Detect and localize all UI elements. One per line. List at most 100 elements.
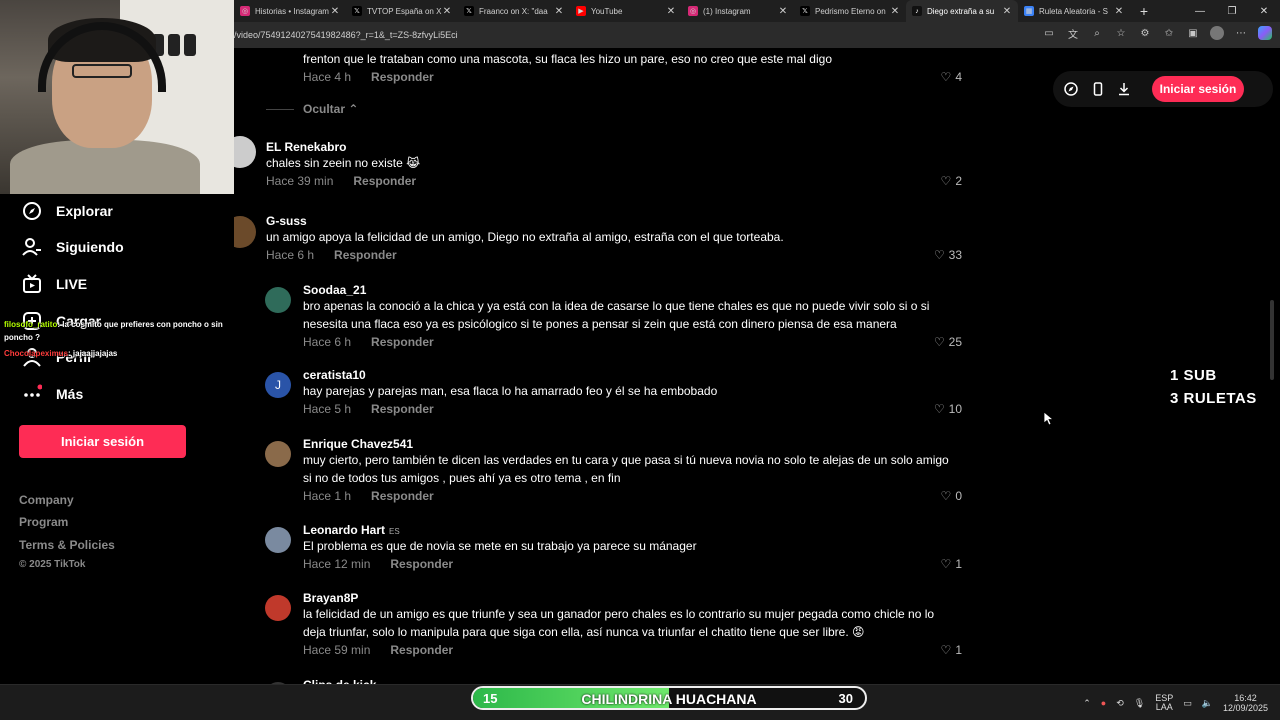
goal-title: CHILINDRINA HUACHANA [581,691,757,707]
like-button[interactable]: ♡ 2 [941,174,962,188]
browser-tab[interactable]: 𝕏 Pedrismo Eterno on ✕ [794,0,906,22]
sidebar-item-explorar[interactable]: Explorar [22,199,113,223]
close-window-icon[interactable]: ✕ [1248,0,1280,22]
tab-label: Ruleta Aleatoria - S [1039,6,1108,16]
heart-icon: ♡ [940,643,952,657]
footer-link-terms[interactable]: Terms & Policies [19,538,115,552]
chevron-up-icon[interactable]: ⌃ [1083,698,1091,709]
minimize-icon[interactable]: — [1184,0,1216,22]
browser-tab[interactable]: ◎ (1) Instagram ✕ [682,0,794,22]
apps-icon[interactable]: ▭ [1042,26,1056,40]
comment-meta: Hace 59 min Responder [303,643,453,657]
app-tray-icon[interactable]: ● [1101,698,1106,708]
reply-button[interactable]: Responder [371,335,434,349]
webcam-shirt [10,140,200,194]
comment-username[interactable]: Leonardo Hart ES [303,523,400,537]
network-share-icon[interactable]: ⟲ [1116,698,1124,709]
page-scrollbar[interactable] [1270,300,1274,380]
extensions-icon[interactable]: ⚙ [1138,26,1152,40]
tab-close-icon[interactable]: ✕ [330,6,340,17]
clock[interactable]: 16:42 12/09/2025 [1223,693,1268,713]
like-button[interactable]: ♡ 10 [934,402,962,416]
like-count: 2 [955,174,962,188]
like-button[interactable]: ♡ 4 [941,70,962,84]
browser-tab[interactable]: ▦ Ruleta Aleatoria - S ✕ [1018,0,1130,22]
volume-icon[interactable]: 🔈 [1202,698,1213,709]
zoom-icon[interactable]: ⌕ [1090,26,1104,40]
like-button[interactable]: ♡ 25 [934,335,962,349]
hide-replies-button[interactable]: Ocultar ⌃ [303,102,358,116]
avatar[interactable]: J [265,372,291,398]
like-button[interactable]: ♡ 33 [934,248,962,262]
webcam-hanging-item [184,34,196,56]
microphone-icon[interactable]: 🎙 [1134,698,1145,709]
display-icon[interactable]: ▭ [1183,698,1192,709]
stream-goal-bar: 15 CHILINDRINA HUACHANA 30 [471,686,867,710]
comment-text: si no de todos tus amigos , pues ahí ya … [303,471,621,485]
menu-dots-icon[interactable]: ⋯ [1234,26,1248,40]
tab-close-icon[interactable]: ✕ [890,6,900,17]
browser-tab[interactable]: ◎ Historias • Instagram ✕ [234,0,346,22]
footer-link-company[interactable]: Company [19,493,74,507]
tab-label: TVTOP España on X [367,6,442,16]
tab-close-icon[interactable]: ✕ [554,6,564,17]
avatar[interactable] [265,527,291,553]
compass-small-icon[interactable] [1063,81,1079,97]
comment-username[interactable]: Enrique Chavez541 [303,437,413,451]
language-indicator[interactable]: ESP LAA [1155,694,1173,712]
sidebar-item-live[interactable]: LIVE [22,272,87,296]
reply-button[interactable]: Responder [371,402,434,416]
browser-tab[interactable]: ♪ Diego extraña a su ✕ [906,0,1018,22]
tab-close-icon[interactable]: ✕ [1002,6,1012,17]
following-icon [22,237,42,257]
avatar[interactable] [234,216,256,248]
tab-close-icon[interactable]: ✕ [666,6,676,17]
heart-icon: ♡ [933,248,945,262]
like-button[interactable]: ♡ 0 [941,489,962,503]
avatar[interactable] [265,441,291,467]
reply-button[interactable]: Responder [371,70,434,84]
download-icon[interactable] [1116,81,1132,97]
profile-avatar-icon[interactable] [1210,26,1224,40]
tab-close-icon[interactable]: ✕ [442,6,452,17]
avatar[interactable] [265,595,291,621]
comment-meta: Hace 6 h Responder [303,335,434,349]
like-button[interactable]: ♡ 1 [941,557,962,571]
tab-close-icon[interactable]: ✕ [1114,6,1124,17]
browser-tab[interactable]: 𝕏 TVTOP España on X ✕ [346,0,458,22]
copilot-icon[interactable] [1258,26,1272,40]
reply-button[interactable]: Responder [390,643,453,657]
tab-close-icon[interactable]: ✕ [778,6,788,17]
comment-text: la felicidad de un amigo es que triunfe … [303,607,935,621]
browser-tab[interactable]: 𝕏 Fraanco on X: "daa ✕ [458,0,570,22]
sidebar-item-mas[interactable]: Más [22,382,83,406]
sidebar-item-label: Más [56,386,84,402]
maximize-icon[interactable]: ❐ [1216,0,1248,22]
translate-icon[interactable]: 文 [1066,26,1080,41]
reply-button[interactable]: Responder [334,248,397,262]
favorites-icon[interactable]: ✩ [1162,26,1176,40]
comment-username[interactable]: Brayan8P [303,591,358,605]
top-login-button[interactable]: Iniciar sesión [1152,76,1244,102]
sidebar-login-button[interactable]: Iniciar sesión [19,425,186,458]
comment-username[interactable]: Soodaa_21 [303,283,366,297]
browser-tab[interactable]: ▶ YouTube ✕ [570,0,682,22]
sidebar-item-siguiendo[interactable]: Siguiendo [22,235,124,259]
like-button[interactable]: ♡ 1 [941,643,962,657]
device-icon[interactable] [1090,81,1106,97]
reply-button[interactable]: Responder [371,489,434,503]
comment-username[interactable]: EL Renekabro [266,140,346,154]
favorite-star-icon[interactable]: ☆ [1114,26,1128,40]
comment-time: Hace 4 h [303,70,352,84]
new-tab-button[interactable]: + [1133,0,1155,22]
chat-username: filosofo_ratito [4,320,58,329]
reply-button[interactable]: Responder [390,557,453,571]
collections-icon[interactable]: ▣ [1186,26,1200,40]
comment-username[interactable]: G-suss [266,214,307,228]
footer-link-program[interactable]: Program [19,515,68,529]
avatar[interactable] [234,136,256,168]
avatar[interactable] [265,287,291,313]
comment-username[interactable]: ceratista10 [303,368,366,382]
url-text[interactable]: /video/7549124027541982486?_r=1&_t=ZS-8z… [234,30,458,40]
reply-button[interactable]: Responder [353,174,416,188]
